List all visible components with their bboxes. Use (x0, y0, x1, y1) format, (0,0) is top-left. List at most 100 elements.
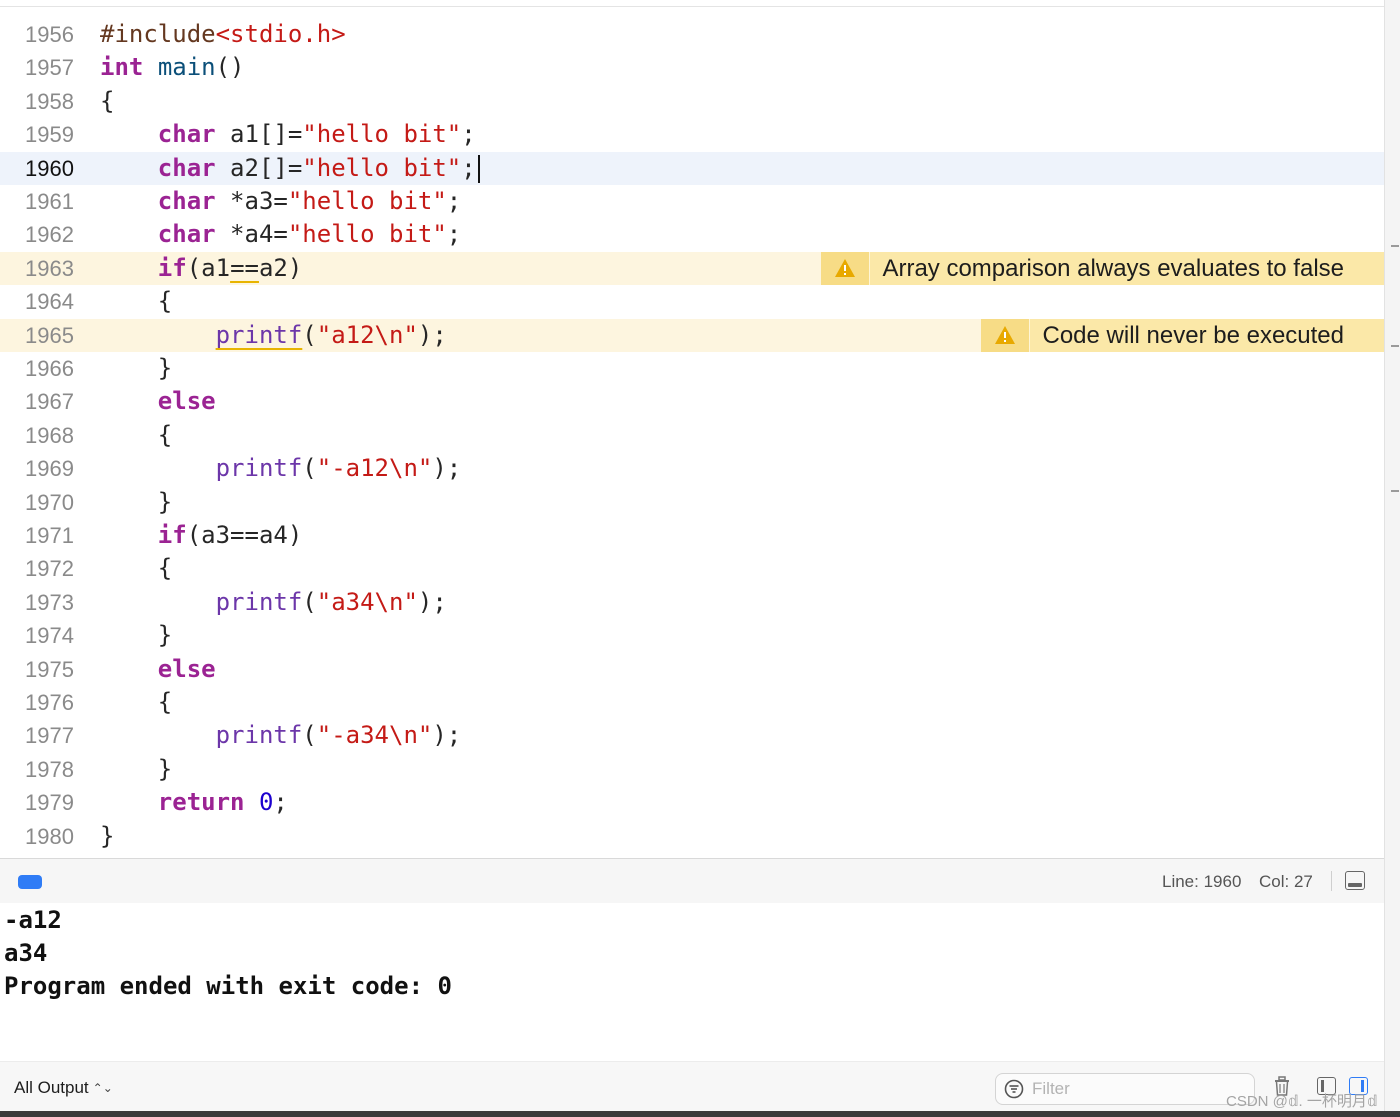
code-token: } (100, 621, 173, 650)
chevron-updown-icon: ⌃⌄ (92, 1081, 113, 1095)
code-token: a2) (258, 253, 303, 282)
debug-bar: Line: 1960 Col: 27 (0, 858, 1384, 904)
output-scope-selector[interactable]: All Output ⌃⌄ (14, 1078, 113, 1098)
editor-scrollbar[interactable] (1384, 0, 1400, 1117)
code-token: (a1 (186, 253, 231, 282)
previous-line-fragment (0, 0, 1384, 7)
code-text: printf("-a34\n"); (100, 719, 462, 752)
line-number: 1978 (25, 756, 74, 782)
code-line[interactable]: 1956 #include<stdio.h> (0, 18, 1384, 51)
line-number: 1979 (25, 790, 74, 816)
warning-annotation[interactable]: Code will never be executed (981, 318, 1384, 352)
scroll-marker (1391, 245, 1399, 247)
code-text: else (100, 385, 216, 418)
code-token: } (100, 754, 173, 783)
text-cursor (477, 154, 480, 183)
code-text: { (100, 85, 114, 118)
code-token: char (157, 153, 216, 182)
code-token: "hello bit" (287, 220, 447, 249)
warning-icon (981, 318, 1031, 352)
filter-input[interactable] (1030, 1078, 1234, 1100)
line-number: 1957 (25, 55, 74, 81)
code-line[interactable]: 1959 char a1[]="hello bit"; (0, 118, 1384, 151)
code-line[interactable]: 1966 } (0, 352, 1384, 385)
code-token: "-a12\n" (316, 454, 433, 483)
code-line[interactable]: 1960 char a2[]="hello bit"; (0, 151, 1384, 185)
code-token: ; (446, 220, 462, 249)
code-line[interactable]: 1970 } (0, 486, 1384, 519)
code-token: ); (417, 320, 447, 349)
code-token: { (100, 420, 173, 449)
filter-icon (1004, 1079, 1024, 1099)
code-token: a2[]= (215, 153, 303, 182)
code-text: char *a3="hello bit"; (100, 185, 461, 218)
code-token: ); (417, 587, 447, 616)
code-text: #include<stdio.h> (100, 18, 346, 51)
code-text: } (100, 352, 172, 385)
code-line[interactable]: 1962 char *a4="hello bit"; (0, 218, 1384, 251)
hide-console-button[interactable] (1345, 871, 1365, 890)
code-text: { (100, 552, 172, 585)
code-token: } (100, 821, 115, 850)
code-line[interactable]: 1976 { (0, 686, 1384, 719)
warning-message: Array comparison always evaluates to fal… (882, 254, 1344, 282)
code-token: ( (302, 320, 317, 349)
code-line[interactable]: 1968 { (0, 419, 1384, 452)
code-token: return (157, 788, 245, 817)
toggle-debug-area-button[interactable] (18, 875, 42, 889)
code-token: "a34\n" (316, 587, 418, 616)
line-number: 1968 (25, 422, 74, 448)
code-line[interactable]: 1977 printf("-a34\n"); (0, 719, 1384, 752)
code-line[interactable]: 1975 else (0, 653, 1384, 686)
line-number: 1960 (25, 155, 74, 181)
code-token: else (157, 387, 216, 416)
line-number: 1963 (25, 255, 74, 281)
code-line[interactable]: 1965 printf("a12\n"); Code will never be … (0, 318, 1384, 352)
code-line[interactable]: 1979 return 0; (0, 786, 1384, 819)
code-token: main (157, 53, 216, 82)
code-token: ; (461, 153, 476, 182)
code-editor[interactable]: 1956 #include<stdio.h> 1957 int main() 1958 {… (0, 0, 1384, 858)
code-line[interactable]: 1957 int main() (0, 51, 1384, 84)
line-number: 1975 (25, 656, 74, 682)
code-line[interactable]: 1969 printf("-a12\n"); (0, 452, 1384, 485)
code-line[interactable]: 1971 if(a3==a4) (0, 519, 1384, 552)
code-line[interactable]: 1974 } (0, 619, 1384, 652)
code-line[interactable]: 1961 char *a3="hello bit"; (0, 185, 1384, 218)
code-token: ( (302, 454, 317, 483)
line-number: 1976 (25, 690, 74, 715)
filter-field[interactable] (995, 1073, 1255, 1105)
code-token: ( (302, 587, 317, 616)
code-token: #include (100, 20, 216, 48)
code-line[interactable]: 1973 printf("a34\n"); (0, 586, 1384, 619)
code-line[interactable]: 1958 { (0, 85, 1384, 118)
warning-annotation[interactable]: Array comparison always evaluates to fal… (821, 251, 1384, 285)
console-output[interactable]: -a12 a34 Program ended with exit code: 0 (0, 903, 1384, 1061)
scroll-marker (1391, 345, 1399, 347)
watermark-text: CSDN @𝕕. 一杯明月𝕕 (1226, 1093, 1378, 1110)
code-line[interactable]: 1967 else (0, 385, 1384, 418)
line-number: 1971 (25, 523, 74, 548)
code-token: *a4= (215, 220, 288, 249)
line-number: 1972 (25, 556, 74, 582)
code-token: <stdio.h> (215, 20, 346, 48)
code-token: ( (302, 721, 317, 750)
cursor-col-label: Col: 27 (1259, 872, 1313, 891)
code-line[interactable]: 1963 if(a1==a2) Array comparison always e… (0, 251, 1384, 285)
code-line[interactable]: 1972 { (0, 552, 1384, 585)
code-token: *a3= (215, 187, 288, 215)
code-line[interactable]: 1980} (0, 820, 1384, 853)
code-token: 0 (258, 788, 274, 817)
code-line[interactable]: 1964 { (0, 285, 1384, 318)
code-token: if (157, 253, 187, 282)
code-token: { (100, 86, 115, 115)
code-line[interactable]: 1978 } (0, 753, 1384, 786)
